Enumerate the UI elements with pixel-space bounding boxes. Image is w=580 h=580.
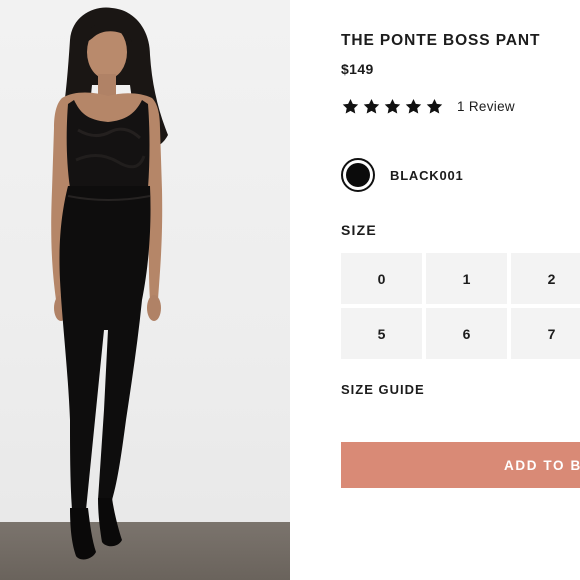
size-guide-link[interactable]: SIZE GUIDE <box>341 382 425 397</box>
product-rating[interactable]: 1 Review <box>341 97 515 116</box>
color-swatch-black[interactable] <box>341 158 375 192</box>
size-option[interactable]: 6 <box>426 308 507 359</box>
add-to-bag-button[interactable]: ADD TO B <box>341 442 580 488</box>
product-price: $149 <box>341 61 374 77</box>
review-count-link[interactable]: 1 Review <box>457 99 515 114</box>
product-details: THE PONTE BOSS PANT $149 1 Review BLACK0… <box>290 0 580 580</box>
product-photo <box>0 0 290 580</box>
size-option[interactable]: 7 <box>511 308 580 359</box>
star-icon <box>363 98 380 114</box>
size-option[interactable]: 2 <box>511 253 580 304</box>
swatch-fill <box>346 163 370 187</box>
star-icon <box>384 98 401 114</box>
star-rating <box>341 97 444 116</box>
color-name: BLACK001 <box>390 167 464 183</box>
star-icon <box>405 98 422 114</box>
size-option[interactable]: 0 <box>341 253 422 304</box>
size-heading: SIZE <box>341 222 377 238</box>
color-selector: BLACK001 <box>341 158 464 192</box>
model-figure <box>51 7 168 560</box>
size-option[interactable]: 1 <box>426 253 507 304</box>
size-option[interactable]: 5 <box>341 308 422 359</box>
star-icon <box>342 98 359 114</box>
star-icon <box>426 98 443 114</box>
product-title: THE PONTE BOSS PANT <box>341 32 541 49</box>
